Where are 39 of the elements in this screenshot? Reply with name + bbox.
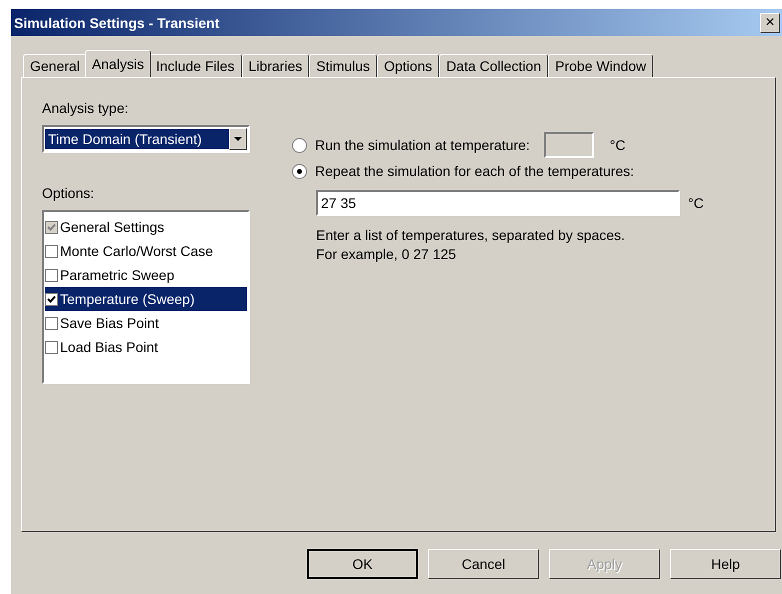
radio-button[interactable]: [292, 164, 307, 178]
list-item[interactable]: Load Bias Point: [45, 335, 247, 359]
analysis-type-dropdown[interactable]: Time Domain (Transient): [42, 125, 250, 153]
tab[interactable]: Stimulus: [309, 54, 377, 77]
checkbox[interactable]: [45, 316, 58, 330]
dropdown-button[interactable]: [229, 128, 247, 150]
tab[interactable]: Options: [376, 54, 440, 77]
checkbox[interactable]: [45, 340, 58, 354]
checkbox[interactable]: [45, 268, 58, 282]
unit-label: °C: [610, 137, 626, 153]
field-label: Options:: [42, 185, 96, 201]
radio-label: Repeat the simulation for each of the temperatures:: [315, 163, 634, 179]
list-item[interactable]: Temperature (Sweep): [45, 287, 247, 311]
checkbox[interactable]: [45, 244, 58, 258]
radio-button[interactable]: [292, 138, 307, 152]
tab[interactable]: Analysis: [84, 50, 151, 77]
close-button[interactable]: ×: [760, 12, 780, 32]
dialog-button[interactable]: OK: [307, 549, 418, 579]
dialog-button[interactable]: Help: [670, 549, 781, 579]
tab[interactable]: Probe Window: [548, 54, 654, 77]
tab[interactable]: General: [23, 54, 87, 77]
hint-text: For example, 0 27 125: [316, 245, 458, 264]
tab[interactable]: Data Collection: [439, 54, 548, 77]
list-item[interactable]: Save Bias Point: [45, 311, 247, 335]
radio-label: Run the simulation at temperature:: [315, 137, 530, 153]
field-label: Analysis type:: [42, 100, 130, 116]
list-item[interactable]: Parametric Sweep: [45, 263, 247, 287]
list-item[interactable]: Monte Carlo/Worst Case: [45, 239, 247, 263]
unit-label: °C: [688, 195, 704, 211]
caret-icon: [234, 137, 242, 141]
window-title: Simulation Settings - Transient: [14, 14, 220, 30]
hint-text: Enter a list of temperatures, separated by spaces.: [316, 226, 626, 245]
dropdown-value: Time Domain (Transient): [45, 129, 229, 149]
tab[interactable]: Include Files: [148, 54, 242, 77]
checkbox[interactable]: [45, 292, 58, 306]
tab[interactable]: Libraries: [242, 54, 310, 77]
temperatures-field[interactable]: 27 35: [316, 190, 680, 216]
temperature-field[interactable]: [544, 132, 594, 158]
dialog-button[interactable]: Cancel: [428, 549, 539, 579]
